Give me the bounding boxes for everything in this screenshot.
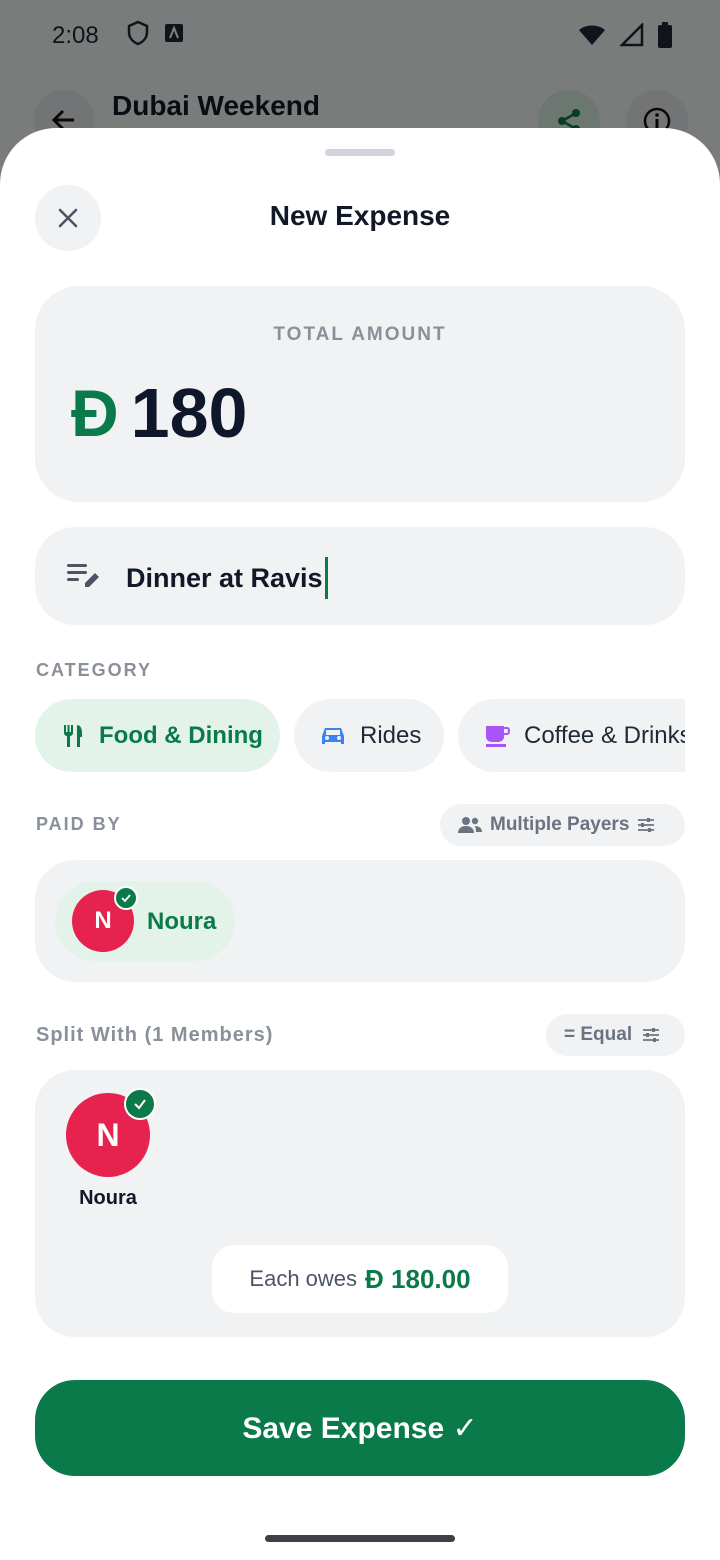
category-chip-label: Coffee & Drinks [524, 721, 685, 749]
coffee-icon [484, 724, 510, 748]
category-chip-label: Food & Dining [99, 721, 263, 749]
payer-chip-noura[interactable]: N Noura [55, 881, 235, 961]
currency-symbol: Đ [71, 376, 119, 450]
split-mode-label: = Equal [564, 1024, 633, 1045]
fork-knife-icon [61, 723, 85, 749]
save-expense-button[interactable]: Save Expense ✓ [35, 1380, 685, 1476]
split-card: N Noura Each owes Đ 180.00 [35, 1070, 685, 1337]
check-badge-icon [124, 1088, 156, 1120]
each-owes-box: Each owes Đ 180.00 [212, 1245, 508, 1313]
payer-card: N Noura [35, 860, 685, 982]
payer-name: Noura [147, 908, 217, 935]
check-badge-icon [114, 886, 138, 910]
description-field[interactable]: Dinner at Ravis [35, 527, 685, 625]
total-amount-label: TOTAL AMOUNT [273, 324, 447, 345]
home-indicator[interactable] [265, 1535, 455, 1542]
category-label: CATEGORY [36, 660, 153, 680]
each-owes-value: 180.00 [391, 1263, 471, 1294]
people-icon [458, 816, 482, 834]
text-caret [324, 557, 328, 599]
split-with-label: Split With (1 Members) [36, 1024, 274, 1046]
amount-input[interactable]: 180 [131, 378, 248, 448]
edit-notes-icon [65, 561, 101, 596]
car-icon [320, 725, 346, 747]
each-owes-currency: Đ [365, 1263, 384, 1294]
split-mode-button[interactable]: = Equal [546, 1014, 685, 1056]
multiple-payers-label: Multiple Payers [490, 814, 630, 835]
description-value: Dinner at Ravis [126, 562, 323, 593]
amount-card[interactable]: TOTAL AMOUNT Đ 180 [35, 286, 685, 502]
member-name: Noura [79, 1187, 137, 1209]
each-owes-amount: Đ 180.00 [365, 1264, 471, 1295]
paid-by-label: PAID BY [36, 814, 122, 834]
description-input[interactable]: Dinner at Ravis [126, 557, 328, 599]
tune-icon [642, 1027, 660, 1043]
tune-icon [637, 817, 655, 833]
category-chip-food[interactable]: Food & Dining [35, 699, 280, 772]
category-chips: Food & Dining Rides Coffee & Drinks [35, 699, 685, 773]
sheet-title: New Expense [269, 200, 451, 231]
multiple-payers-button[interactable]: Multiple Payers [440, 804, 685, 846]
new-expense-sheet: New Expense TOTAL AMOUNT Đ 180 Dinner at… [0, 128, 720, 1560]
amount-row: Đ 180 [71, 378, 247, 448]
each-owes-label: Each owes [249, 1266, 358, 1291]
category-chip-label: Rides [360, 721, 422, 749]
category-chip-coffee[interactable]: Coffee & Drinks [458, 699, 685, 772]
sheet-drag-handle[interactable] [325, 149, 395, 156]
category-chip-rides[interactable]: Rides [294, 699, 444, 772]
